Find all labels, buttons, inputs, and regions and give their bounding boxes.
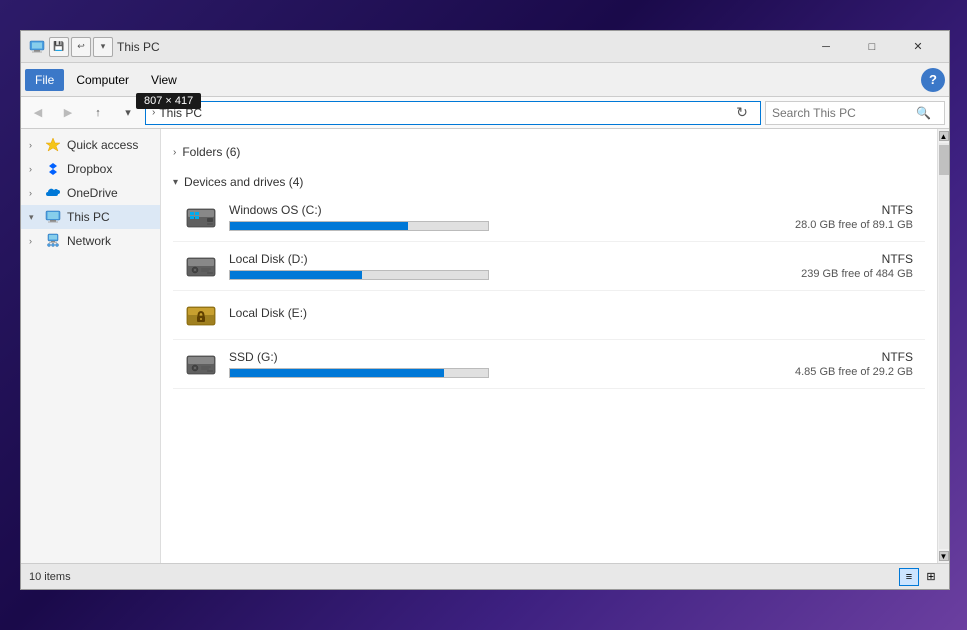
drive-c-space: 28.0 GB free of 89.1 GB [763,219,913,231]
folders-chevron: › [173,147,176,158]
drive-d[interactable]: Local Disk (D:) NTFS 239 GB free of 484 … [173,242,925,291]
drive-d-meta: NTFS 239 GB free of 484 GB [763,252,913,280]
drive-c-fs: NTFS [763,203,913,217]
statusbar: 10 items ≡ ⊞ [21,563,949,589]
details-view-button[interactable]: ≡ [899,568,919,586]
tab-file[interactable]: File [25,69,64,91]
scroll-track [939,143,949,549]
main-area: › Quick access › Dropbox › [21,129,949,563]
network-icon [45,233,61,249]
chevron-icon: › [29,164,39,174]
hdd-d-icon [185,250,217,282]
help-button[interactable]: ? [921,68,945,92]
maximize-button[interactable]: □ [849,31,895,63]
drive-g-info: SSD (G:) [229,350,751,378]
close-button[interactable]: ✕ [895,31,941,63]
drive-g-progress-container [229,368,489,378]
drive-c[interactable]: Windows OS (C:) NTFS 28.0 GB free of 89.… [173,193,925,242]
sidebar-item-onedrive[interactable]: › OneDrive [21,181,160,205]
sidebar-label-network: Network [67,234,111,248]
drive-g-space: 4.85 GB free of 29.2 GB [763,366,913,378]
sidebar-label-onedrive: OneDrive [67,186,118,200]
sidebar-item-dropbox[interactable]: › Dropbox [21,157,160,181]
drive-c-progress-fill [230,222,408,230]
drive-c-name: Windows OS (C:) [229,203,751,217]
hdd-e-icon [185,299,217,331]
folders-header[interactable]: › Folders (6) [173,141,925,163]
search-box: 🔍 [765,101,945,125]
sidebar-item-this-pc[interactable]: ▾ This PC [21,205,160,229]
sidebar-label-dropbox: Dropbox [67,162,112,176]
item-count: 10 items [29,571,71,583]
drive-d-progress-fill [230,271,362,279]
drive-g-name: SSD (G:) [229,350,751,364]
star-icon [45,137,61,153]
drive-g-progress-fill [230,369,444,377]
dropbox-icon [45,161,61,177]
window-icon [29,39,45,55]
drive-g[interactable]: SSD (G:) NTFS 4.85 GB free of 29.2 GB [173,340,925,389]
folders-section: › Folders (6) [173,137,925,167]
quick-access-toolbar: 💾 ↩ ▾ [49,37,113,57]
drive-g-meta: NTFS 4.85 GB free of 29.2 GB [763,350,913,378]
sidebar: › Quick access › Dropbox › [21,129,161,563]
undo-btn[interactable]: ↩ [71,37,91,57]
tab-view[interactable]: View [141,69,187,91]
drive-d-info: Local Disk (D:) [229,252,751,280]
scroll-thumb[interactable] [939,145,949,175]
scroll-down-btn[interactable]: ▼ [939,551,949,561]
ssd-g-icon [185,348,217,380]
up-button[interactable]: ↑ [85,101,111,125]
content-area: › Folders (6) ▾ Devices and drives (4) [161,129,937,563]
ribbon: File Computer View ? [21,63,949,97]
drive-c-meta: NTFS 28.0 GB free of 89.1 GB [763,203,913,231]
sidebar-item-network[interactable]: › Network [21,229,160,253]
drive-d-fs: NTFS [763,252,913,266]
drive-c-info: Windows OS (C:) [229,203,751,231]
window-title: This PC [117,40,803,54]
scrollbar[interactable]: ▲ ▼ [937,129,949,563]
back-button[interactable]: ◀ [25,101,51,125]
window-controls: ─ □ ✕ [803,31,941,63]
drive-d-name: Local Disk (D:) [229,252,751,266]
quick-save-btn[interactable]: 💾 [49,37,69,57]
dropdown-btn[interactable]: ▾ [93,37,113,57]
explorer-window: 💾 ↩ ▾ This PC ─ □ ✕ 807 × 417 File Compu… [20,30,950,590]
drive-d-space: 239 GB free of 484 GB [763,268,913,280]
minimize-button[interactable]: ─ [803,31,849,63]
windows-drive-icon [185,201,217,233]
chevron-icon: › [29,236,39,246]
drive-e-meta [763,314,913,316]
chevron-icon: › [29,188,39,198]
search-icon: 🔍 [916,106,931,120]
drives-label: Devices and drives (4) [184,175,303,189]
computer-icon [45,209,61,225]
drive-d-progress-container [229,270,489,280]
view-controls: ≡ ⊞ [899,568,941,586]
tab-computer[interactable]: Computer [66,69,139,91]
chevron-icon: › [29,140,39,150]
drive-e-info: Local Disk (E:) [229,306,751,324]
search-input[interactable] [772,106,912,120]
drives-chevron: ▾ [173,177,178,188]
sidebar-item-quick-access[interactable]: › Quick access [21,133,160,157]
scroll-up-btn[interactable]: ▲ [939,131,949,141]
drive-e[interactable]: Local Disk (E:) [173,291,925,340]
drives-header[interactable]: ▾ Devices and drives (4) [173,171,925,193]
forward-button[interactable]: ▶ [55,101,81,125]
sidebar-label-this-pc: This PC [67,210,110,224]
drive-c-progress-container [229,221,489,231]
sidebar-label-quick-access: Quick access [67,138,138,152]
address-bar[interactable]: › This PC ↻ [145,101,761,125]
drive-e-name: Local Disk (E:) [229,306,751,320]
cloud-icon [45,185,61,201]
refresh-button[interactable]: ↻ [730,101,754,125]
large-icons-view-button[interactable]: ⊞ [921,568,941,586]
drive-g-fs: NTFS [763,350,913,364]
chevron-down-icon: ▾ [29,212,39,223]
folders-label: Folders (6) [182,145,240,159]
size-tooltip: 807 × 417 [136,93,201,109]
titlebar: 💾 ↩ ▾ This PC ─ □ ✕ [21,31,949,63]
drives-section: ▾ Devices and drives (4) [173,167,925,393]
